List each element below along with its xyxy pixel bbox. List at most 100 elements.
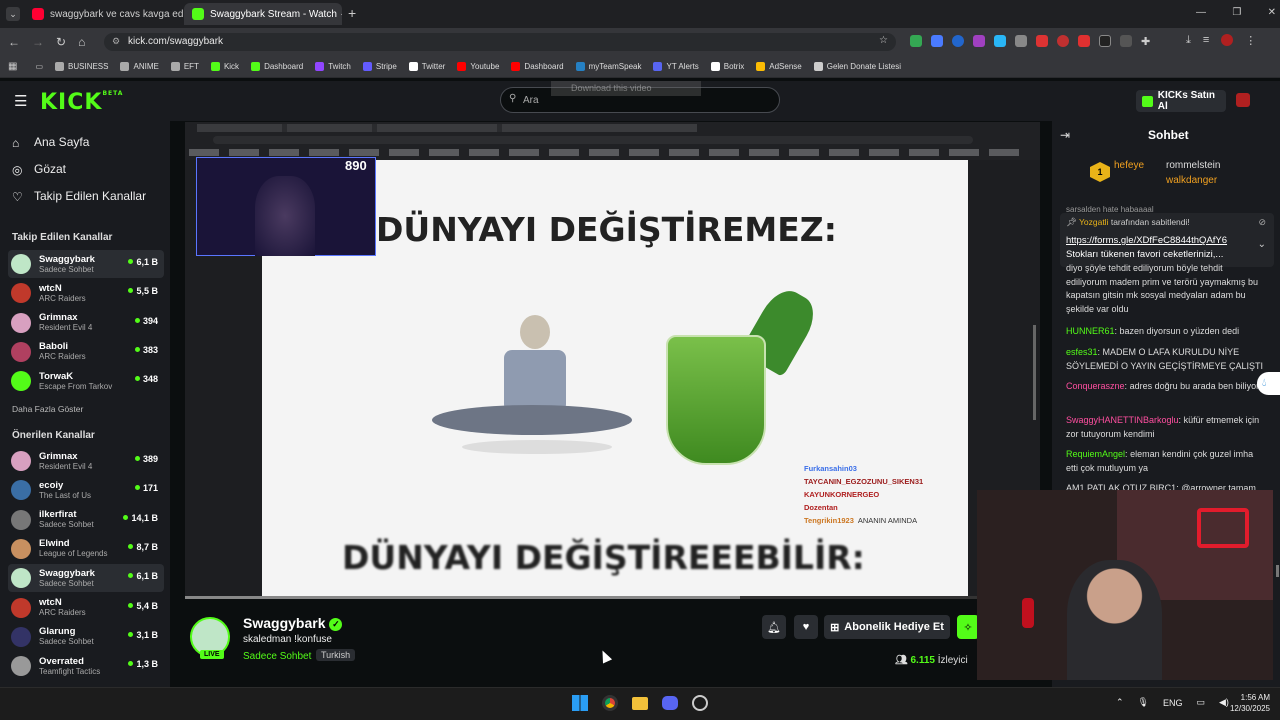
chat-username[interactable]: Conqueraszne	[1066, 381, 1125, 391]
sidebar-channel-baboli[interactable]: Baboli ARC Raiders 383	[8, 338, 164, 366]
profile-avatar-icon[interactable]	[1221, 34, 1234, 46]
language-indicator[interactable]: ENG	[1163, 698, 1183, 708]
hamburger-menu-icon[interactable]: ☰	[14, 92, 27, 110]
kebab-menu-icon[interactable]: ⋮	[1245, 34, 1256, 47]
maximize-icon[interactable]: ❐	[1232, 7, 1241, 18]
bookmark-item[interactable]: Dashboard	[251, 62, 303, 71]
forward-icon[interactable]: →	[32, 35, 44, 49]
sidebar-channel-glarung[interactable]: Glarung Sadece Sohbet 3,1 B	[8, 623, 164, 651]
top-user-1[interactable]: hefeye	[1114, 160, 1144, 171]
bookmark-item[interactable]: BUSINESS	[55, 62, 108, 71]
expand-pinned-icon[interactable]: ⌄	[1258, 239, 1266, 250]
speaker-icon[interactable]: ◀)	[341, 9, 342, 20]
apps-grid-icon[interactable]: ▦	[8, 61, 17, 72]
screenshot-extension-icon[interactable]	[1015, 35, 1027, 47]
collapse-chat-icon[interactable]: ⇥	[1060, 128, 1070, 142]
bookmark-item[interactable]: AdSense	[756, 62, 802, 71]
sidebar-channel-wtcn[interactable]: wtcN ARC Raiders 5,4 B	[8, 594, 164, 622]
download-icon[interactable]: ⤓	[1186, 34, 1191, 47]
discord-icon[interactable]	[662, 696, 678, 710]
sidebar-channel-swaggybark[interactable]: Swaggybark Sadece Sohbet 6,1 B	[8, 250, 164, 278]
gift-subscription-button[interactable]: ⊞ Abonelik Hediye Et	[824, 615, 950, 639]
sidebar-channel-grimnax[interactable]: Grimnax Resident Evil 4 389	[8, 447, 164, 475]
bookmark-item[interactable]: Dashboard	[511, 62, 564, 71]
chat-scrollbar[interactable]	[1276, 565, 1279, 577]
purple-extension-icon[interactable]	[973, 35, 985, 47]
follow-heart-button[interactable]: ♥	[794, 615, 818, 639]
sidebar-channel-ecoiy[interactable]: ecoiy The Last of Us 171	[8, 476, 164, 504]
sidebar-channel-grimnax[interactable]: Grimnax Resident Evil 4 394	[8, 309, 164, 337]
kicks-action-button[interactable]: ✧	[957, 615, 979, 639]
new-tab-button[interactable]: +	[348, 5, 356, 21]
chat-username[interactable]: SwaggyHANETTINBarkoglu	[1066, 415, 1179, 425]
microphone-icon[interactable]: 🎙︎	[1138, 697, 1149, 708]
browser-tab[interactable]: swaggybark ve cavs kavga ediy ✕	[24, 3, 184, 25]
pin-extension-icon[interactable]	[1057, 35, 1069, 47]
stream-language-tag[interactable]: Turkish	[316, 649, 356, 661]
bookmark-item[interactable]: EFT	[170, 62, 199, 71]
buy-kicks-button[interactable]: KICKs Satın Al	[1136, 90, 1226, 112]
bookmark-item[interactable]: Youtube	[457, 62, 499, 71]
bookmark-item[interactable]: Kick	[210, 62, 239, 71]
top-user-3[interactable]: walkdanger	[1166, 175, 1217, 186]
bookmark-item[interactable]: Stripe	[362, 62, 397, 71]
blue-extension-icon[interactable]	[952, 35, 964, 47]
bookmark-item[interactable]: Twitch	[315, 62, 351, 71]
bookmark-item[interactable]: YT Alerts	[653, 62, 699, 71]
bookmark-star-icon[interactable]: ☆	[879, 35, 888, 46]
chat-username[interactable]: RequiemAngel	[1066, 449, 1125, 459]
arrow-extension-icon[interactable]	[931, 35, 943, 47]
bookmark-item[interactable]: Gelen Donate Listesi	[813, 62, 901, 71]
network-icon[interactable]: ▭	[1197, 697, 1206, 708]
obs-icon[interactable]	[692, 695, 708, 711]
reading-list-icon[interactable]: ≡	[1203, 34, 1209, 47]
dark-extension-icon[interactable]	[1099, 35, 1111, 47]
stream-category-link[interactable]: Sadece Sohbet	[243, 651, 311, 662]
sidebar-channel-overrated[interactable]: Overrated Teamfight Tactics 1,3 B	[8, 652, 164, 680]
tray-overflow-icon[interactable]: ⌃	[1116, 697, 1124, 708]
sidebar-channel-swaggybark[interactable]: Swaggybark Sadece Sohbet 6,1 B	[8, 564, 164, 593]
nav-browse[interactable]: ◎ Gözat	[12, 162, 66, 177]
shield-extension-icon[interactable]	[910, 35, 922, 47]
pinned-message[interactable]: 📌︎ Yozgatli tarafından sabitlendi! ⊘ htt…	[1060, 213, 1274, 267]
bookmark-item[interactable]: Twitter	[408, 62, 445, 71]
bookmark-item[interactable]: ANIME	[120, 62, 159, 71]
clock[interactable]: 1:56 AM 12/30/2025	[1226, 692, 1270, 714]
floating-drop-icon[interactable]: 💧︎	[1257, 372, 1280, 395]
close-window-icon[interactable]: ✕	[1268, 7, 1276, 18]
chat-username[interactable]: HUNNER61	[1066, 326, 1115, 336]
reload-icon[interactable]: ↻	[56, 35, 66, 49]
streamer-name[interactable]: Swaggybark ✓	[243, 615, 343, 631]
top-user-2[interactable]: rommelstein	[1166, 160, 1220, 171]
chat-username[interactable]: esfes31	[1066, 347, 1098, 357]
tag-extension-icon[interactable]	[1078, 35, 1090, 47]
user-avatar[interactable]	[1236, 93, 1250, 107]
nav-home[interactable]: ⌂ Ana Sayfa	[12, 135, 89, 150]
puzzle-extension-icon[interactable]: ✚	[1141, 35, 1150, 48]
sidebar-channel-ilkerfirat[interactable]: ilkerfirat Sadece Sohbet 14,1 B	[8, 506, 164, 534]
unpin-icon[interactable]: ⊘	[1258, 217, 1266, 228]
video-scrollbar[interactable]	[1033, 325, 1036, 420]
seven-tv-extension-icon[interactable]	[994, 35, 1006, 47]
url-bar[interactable]: ⚙ kick.com/swaggybark ☆	[104, 33, 896, 51]
bookmark-item[interactable]: Botrix	[710, 62, 744, 71]
red-extension-icon[interactable]	[1036, 35, 1048, 47]
bookmark-item[interactable]: myTeamSpeak	[575, 62, 641, 71]
back-icon[interactable]: ←	[8, 35, 20, 49]
kick-logo[interactable]: KICKBETA	[40, 90, 123, 115]
notification-bell-button[interactable]: 🔔︎	[762, 615, 786, 639]
browser-tab-active[interactable]: Swaggybark Stream - Watch ◀) ✕	[184, 3, 342, 25]
sidebar-channel-elwind[interactable]: Elwind League of Legends 8,7 B	[8, 535, 164, 563]
nav-following[interactable]: ♡ Takip Edilen Kanallar	[12, 189, 146, 204]
folder-icon[interactable]: ▭	[35, 62, 43, 71]
tab-list-icon[interactable]: ⌄	[6, 7, 20, 21]
grid-extension-icon[interactable]	[1120, 35, 1132, 47]
chrome-icon[interactable]	[602, 695, 618, 711]
pinned-link[interactable]: https://forms.gle/XDfFeC8844thQAfY6	[1066, 235, 1227, 246]
show-more-link[interactable]: Daha Fazla Göster	[12, 404, 83, 414]
windows-start-icon[interactable]	[572, 695, 588, 711]
minimize-icon[interactable]: —	[1196, 7, 1206, 18]
video-progress-bar[interactable]	[185, 596, 1040, 599]
sidebar-channel-torwak[interactable]: TorwaK Escape From Tarkov 348	[8, 367, 164, 395]
home-icon[interactable]: ⌂	[78, 35, 85, 49]
